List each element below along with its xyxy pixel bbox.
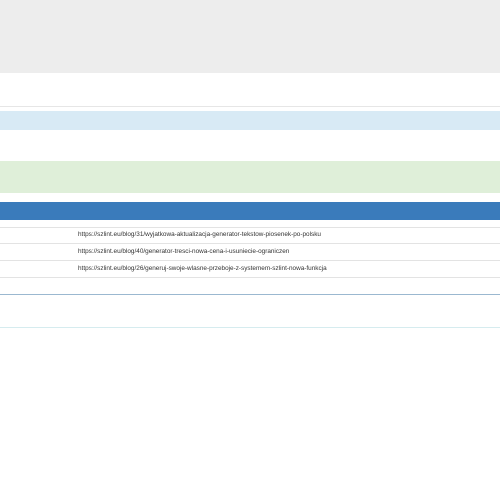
row-url-link[interactable]: https://szlint.eu/blog/40/generator-tres… [78,248,289,255]
success-alert-bar [0,161,500,193]
footer-divider [0,327,500,328]
row-url-link[interactable]: https://szlint.eu/blog/31/wyjatkowa-aktu… [78,231,321,238]
table-row: https://szlint.eu/blog/26/generuj-swoje-… [0,261,500,278]
row-url-link[interactable]: https://szlint.eu/blog/26/generuj-swoje-… [78,265,327,272]
table-header [0,202,500,220]
divider [0,106,500,107]
url-table: https://szlint.eu/blog/31/wyjatkowa-aktu… [0,227,500,278]
section-divider [0,294,500,295]
info-alert-bar [0,111,500,130]
table-row: https://szlint.eu/blog/31/wyjatkowa-aktu… [0,227,500,244]
table-row: https://szlint.eu/blog/40/generator-tres… [0,244,500,261]
page: https://szlint.eu/blog/31/wyjatkowa-aktu… [0,0,500,500]
header-band [0,0,500,73]
